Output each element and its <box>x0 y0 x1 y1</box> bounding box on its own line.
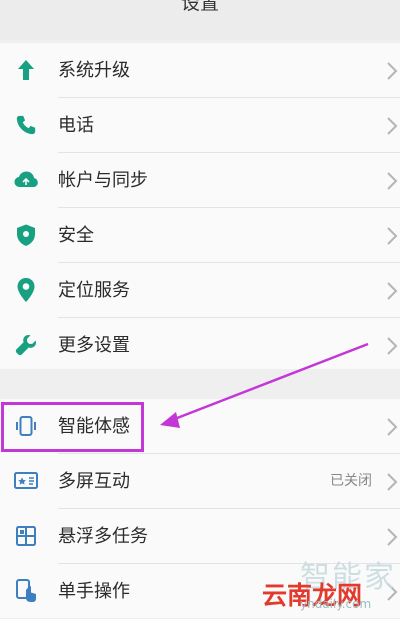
chevron-right-icon <box>387 172 398 190</box>
chevron-right-icon <box>387 418 398 436</box>
top-bar: 设置 <box>0 0 400 40</box>
watermark-url: yndaily.com <box>300 597 372 611</box>
floating-task-icon <box>12 522 40 550</box>
shield-icon <box>12 221 40 249</box>
settings-item-more[interactable]: 更多设置 <box>0 318 400 373</box>
chevron-right-icon <box>387 117 398 135</box>
settings-item-label: 更多设置 <box>58 335 130 356</box>
settings-item-label: 悬浮多任务 <box>58 526 148 547</box>
chevron-right-icon <box>387 227 398 245</box>
chevron-right-icon <box>387 62 398 80</box>
settings-item-label: 帐户与同步 <box>58 170 148 191</box>
settings-item-label: 安全 <box>58 225 94 246</box>
chevron-right-icon <box>387 473 398 491</box>
phone-icon <box>12 111 40 139</box>
location-pin-icon <box>12 276 40 304</box>
settings-group-general: 系统升级 电话 帐户与同步 安全 定位服务 更多设置 <box>0 43 400 369</box>
settings-item-account-sync[interactable]: 帐户与同步 <box>0 153 400 208</box>
arrow-up-icon <box>12 56 40 84</box>
chevron-right-icon <box>387 282 398 300</box>
one-hand-icon <box>12 577 40 605</box>
cloud-sync-icon <box>12 166 40 194</box>
wrench-icon <box>12 331 40 359</box>
status-value: 已关闭 <box>330 473 372 489</box>
settings-item-location[interactable]: 定位服务 <box>0 263 400 318</box>
settings-item-label: 系统升级 <box>58 60 130 81</box>
highlight-box <box>1 402 144 452</box>
settings-item-security[interactable]: 安全 <box>0 208 400 263</box>
settings-item-label: 定位服务 <box>58 280 130 301</box>
multiscreen-icon <box>12 467 40 495</box>
settings-item-label: 多屏互动 <box>58 471 130 492</box>
chevron-right-icon <box>387 337 398 355</box>
page-title: 设置 <box>180 0 219 14</box>
settings-item-phone[interactable]: 电话 <box>0 98 400 153</box>
settings-item-multiscreen[interactable]: 多屏互动 已关闭 <box>0 454 400 509</box>
settings-item-system-update[interactable]: 系统升级 <box>0 43 400 98</box>
settings-item-label: 电话 <box>58 115 94 136</box>
chevron-right-icon <box>387 528 398 546</box>
settings-item-label: 单手操作 <box>58 581 130 602</box>
